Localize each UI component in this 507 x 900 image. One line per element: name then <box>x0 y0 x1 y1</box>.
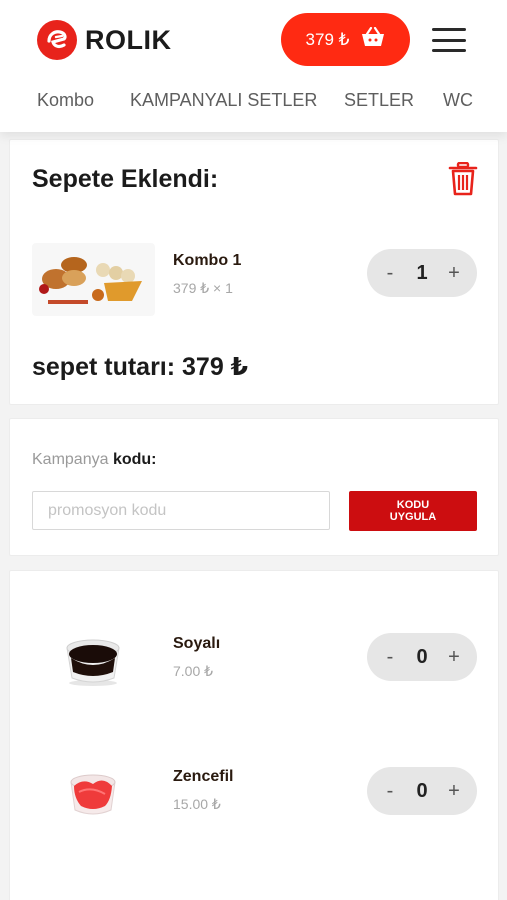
quantity-value: 0 <box>416 779 428 802</box>
category-nav: Kombo KAMPANYALI SETLER SETLER WC <box>0 88 507 118</box>
extras-card: Soyalı 7.00 ₺ - 0 + Zencefil 15.00 ₺ - 0… <box>9 570 499 900</box>
apply-promo-button[interactable]: KODU UYGULA <box>349 491 477 531</box>
decrease-button[interactable]: - <box>381 780 399 803</box>
basket-icon <box>361 26 385 52</box>
kombo-1-image <box>32 243 155 316</box>
decrease-button[interactable]: - <box>381 646 399 669</box>
hamburger-menu-icon[interactable] <box>432 28 466 52</box>
promo-label-light: Kampanya <box>32 451 109 468</box>
cart-card: Sepete Eklendi: Kombo 1 379 ₺ × 1 - 1 + … <box>9 139 499 405</box>
apply-promo-line1: KODU <box>396 499 430 511</box>
soy-sauce-image <box>62 628 124 688</box>
promo-label: Kampanya kodu: <box>32 451 157 469</box>
site-header: ROLIK 379 ₺ Kombo KAMPANYALI SETLER SETL… <box>0 0 507 132</box>
soy-sauce-quantity-stepper: - 0 + <box>367 633 477 681</box>
quantity-value: 0 <box>416 645 428 668</box>
extra-item-price: 7.00 ₺ <box>173 663 214 679</box>
cart-item-name: Kombo 1 <box>173 252 242 269</box>
cart-button[interactable]: 379 ₺ <box>281 13 410 66</box>
promo-code-input[interactable] <box>32 491 330 530</box>
quantity-value: 1 <box>416 261 428 284</box>
cart-total: 379 ₺ <box>305 29 350 49</box>
nav-item-setler[interactable]: SETLER <box>344 90 414 111</box>
cart-title: Sepete Eklendi: <box>32 165 219 193</box>
cart-total-label: sepet tutarı: 379 ₺ <box>32 353 249 381</box>
ginger-quantity-stepper: - 0 + <box>367 767 477 815</box>
apply-promo-line2: UYGULA <box>389 511 437 523</box>
brand-logo[interactable]: ROLIK <box>37 20 172 60</box>
rolik-logo-icon <box>37 20 77 60</box>
trash-icon[interactable] <box>448 161 478 196</box>
decrease-button[interactable]: - <box>381 262 399 285</box>
nav-item-kampanyali-setler[interactable]: KAMPANYALI SETLER <box>130 90 317 111</box>
cart-item-quantity-stepper: - 1 + <box>367 249 477 297</box>
brand-name: ROLIK <box>85 24 172 55</box>
increase-button[interactable]: + <box>445 262 463 285</box>
cart-item-detail: 379 ₺ × 1 <box>173 280 233 296</box>
extra-item-price: 15.00 ₺ <box>173 796 221 812</box>
extra-item-name: Zencefil <box>173 768 234 785</box>
extra-item-name: Soyalı <box>173 635 221 652</box>
ginger-image <box>65 764 121 820</box>
increase-button[interactable]: + <box>445 646 463 669</box>
increase-button[interactable]: + <box>445 780 463 803</box>
promo-card: Kampanya kodu: KODU UYGULA <box>9 418 499 556</box>
nav-item-kombo[interactable]: Kombo <box>37 90 94 111</box>
promo-label-bold: kodu: <box>112 451 157 468</box>
nav-item-wc[interactable]: WC <box>443 90 473 111</box>
